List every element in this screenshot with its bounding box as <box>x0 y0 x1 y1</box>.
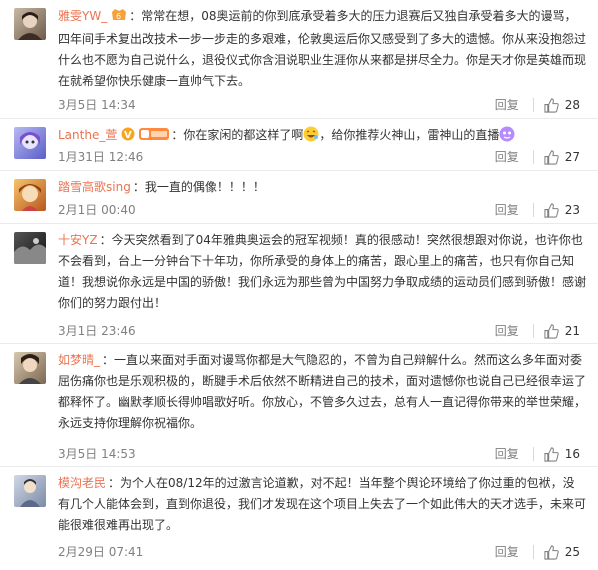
comment-content: 如梦晴_ ：一直以来面对手面对谩骂你都是大气隐忍的，不曾为自己辩解什么。然而这么多… <box>58 350 586 434</box>
member-badge-icon: 6 <box>111 8 127 29</box>
fan-badge-icon <box>139 127 170 148</box>
comment-item: 如梦晴_ ：一直以来面对手面对谩骂你都是大气隐忍的，不曾为自己辩解什么。然而这么多… <box>0 344 598 467</box>
avatar[interactable] <box>14 127 46 159</box>
comment-content: 雅雯YW_ 6 ：常常在想，08奥运前的你到底承受着多大的压力退赛后又独自承受着多大… <box>58 6 586 92</box>
comment-text: ：今天突然看到了04年雅典奥运会的冠军视频！真的很感动！突然很想跟对你说，也许你… <box>58 233 587 310</box>
reply-button[interactable]: 回复 <box>495 96 519 114</box>
comment-username[interactable]: 踏雪高歌sing <box>58 180 131 194</box>
reply-button[interactable]: 回复 <box>495 543 519 561</box>
svg-text:V: V <box>124 130 132 141</box>
like-count: 25 <box>564 545 580 559</box>
reply-button[interactable]: 回复 <box>495 445 519 463</box>
like-button[interactable]: 28 <box>544 97 580 113</box>
thumbs-up-icon <box>544 544 559 560</box>
reply-button[interactable]: 回复 <box>495 322 519 340</box>
like-button[interactable]: 21 <box>544 323 580 339</box>
comment-content: 十安YZ ：今天突然看到了04年雅典奥运会的冠军视频！真的很感动！突然很想跟对你说… <box>58 230 586 314</box>
avatar[interactable] <box>14 352 46 384</box>
comment-time: 1月31日 12:46 <box>58 150 144 164</box>
comment-text: ：一直以来面对手面对谩骂你都是大气隐忍的，不曾为自己辩解什么。然而这么多年面对委… <box>58 353 587 430</box>
like-button[interactable]: 16 <box>544 446 580 462</box>
like-button[interactable]: 27 <box>544 149 580 165</box>
like-button[interactable]: 23 <box>544 202 580 218</box>
like-count: 21 <box>564 324 580 338</box>
comment-item: 雅雯YW_ 6 ：常常在想，08奥运前的你到底承受着多大的压力退赛后又独自承受着多大… <box>0 0 598 119</box>
comment-time: 2月29日 07:41 <box>58 545 144 559</box>
comment-text: ：你在家闲的都这样了啊 <box>171 128 304 142</box>
divider <box>532 150 534 164</box>
reply-button[interactable]: 回复 <box>495 148 519 166</box>
like-count: 16 <box>564 447 580 461</box>
divider <box>532 324 534 338</box>
comment-item: 十安YZ ：今天突然看到了04年雅典奥运会的冠军视频！真的很感动！突然很想跟对你说… <box>0 224 598 344</box>
comment-username[interactable]: 如梦晴_ <box>58 353 100 367</box>
reply-button[interactable]: 回复 <box>495 201 519 219</box>
comment-username[interactable]: 模沟老民 <box>58 476 106 490</box>
divider <box>532 98 534 112</box>
laughing-emoji-icon <box>303 126 319 142</box>
comment-item: Lanthe_萱 V ：你在家闲的都这样了啊 ，给你推荐火神山，雷神山的直播 1月31… <box>0 119 598 171</box>
avatar[interactable] <box>14 179 46 211</box>
comment-content: 踏雪高歌sing ：我一直的偶像！！！！ <box>58 177 586 198</box>
comment-text-continued: ，给你推荐火神山，雷神山的直播 <box>319 128 500 142</box>
comment-content: Lanthe_萱 V ：你在家闲的都这样了啊 ，给你推荐火神山，雷神山的直播 <box>58 125 586 148</box>
comment-text: ：我一直的偶像！！！！ <box>132 180 265 194</box>
comment-text: ：常常在想，08奥运前的你到底承受着多大的压力退赛后又独自承受着多大的谩骂，四年… <box>58 9 587 88</box>
thumbs-up-icon <box>544 97 559 113</box>
avatar[interactable] <box>14 232 46 264</box>
avatar[interactable] <box>14 8 46 40</box>
thumbs-up-icon <box>544 202 559 218</box>
comment-username[interactable]: 十安YZ <box>58 233 98 247</box>
comment-username[interactable]: Lanthe_萱 <box>58 128 117 142</box>
verified-v-icon: V <box>121 127 135 148</box>
comment-time: 3月5日 14:34 <box>58 98 136 112</box>
svg-text:6: 6 <box>116 12 121 21</box>
thumbs-up-icon <box>544 446 559 462</box>
comment-item: 踏雪高歌sing ：我一直的偶像！！！！ 2月1日 00:40 回复 23 <box>0 171 598 224</box>
comment-time: 2月1日 00:40 <box>58 203 136 217</box>
divider <box>532 545 534 559</box>
like-count: 27 <box>564 150 580 164</box>
comment-content: 模沟老民 ：为个人在08/12年的过激言论道歉，对不起！当年整个舆论环境给了你过重… <box>58 473 586 536</box>
thumbs-up-icon <box>544 323 559 339</box>
divider <box>532 203 534 217</box>
comment-text: ：为个人在08/12年的过激言论道歉，对不起！当年整个舆论环境给了你过重的包袱，… <box>58 476 587 532</box>
comment-list: 雅雯YW_ 6 ：常常在想，08奥运前的你到底承受着多大的压力退赛后又独自承受着多大… <box>0 0 598 570</box>
thumbs-up-icon <box>544 149 559 165</box>
comment-item: 模沟老民 ：为个人在08/12年的过激言论道歉，对不起！当年整个舆论环境给了你过重… <box>0 467 598 570</box>
like-count: 23 <box>564 203 580 217</box>
comment-time: 3月5日 14:53 <box>58 447 136 461</box>
divider <box>532 447 534 461</box>
comment-time: 3月1日 23:46 <box>58 324 136 338</box>
comment-username[interactable]: 雅雯YW_ <box>58 9 107 23</box>
avatar[interactable] <box>14 475 46 507</box>
smirk-emoji-icon <box>499 126 515 142</box>
like-button[interactable]: 25 <box>544 544 580 560</box>
like-count: 28 <box>564 98 580 112</box>
